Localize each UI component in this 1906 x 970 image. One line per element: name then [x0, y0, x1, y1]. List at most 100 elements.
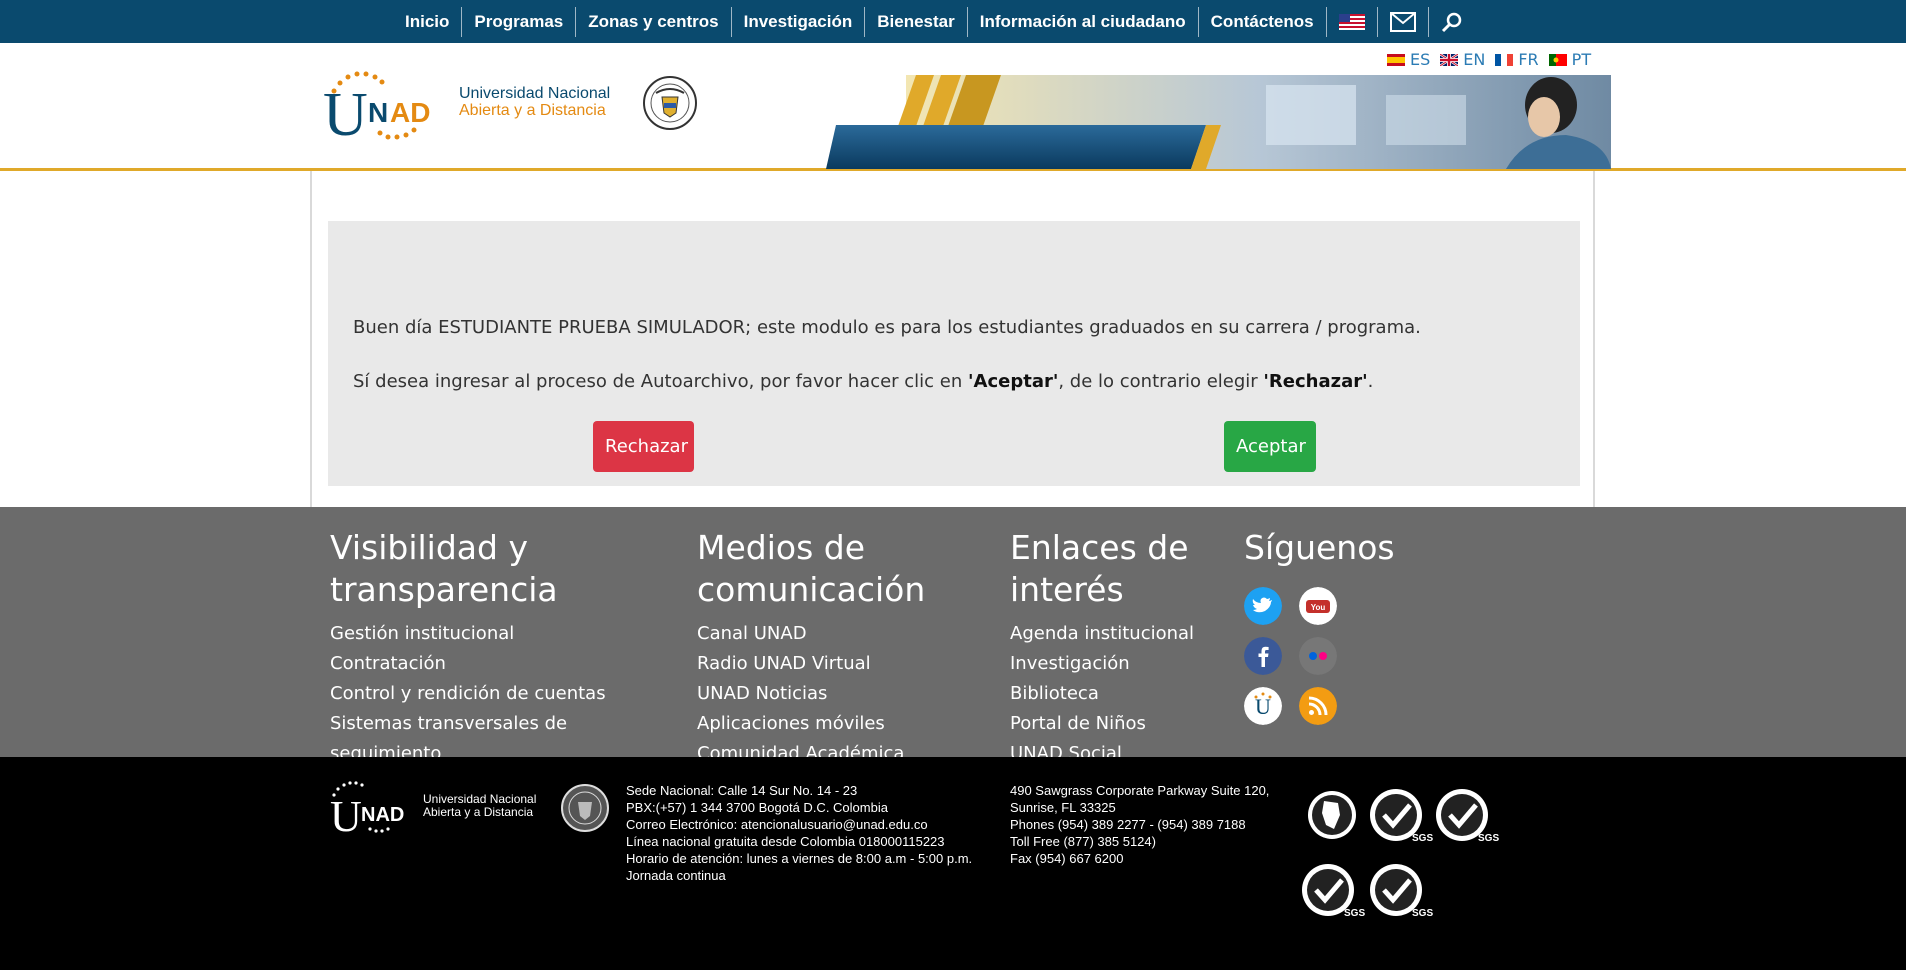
lang-es[interactable]: ES [1387, 50, 1430, 69]
footer-link-agenda[interactable]: Agenda institucional [1010, 619, 1194, 649]
reject-button[interactable]: Rechazar [593, 421, 694, 472]
youtube-icon[interactable]: You [1299, 587, 1337, 625]
addr-line: Correo Electrónico: atencionalusuario@un… [626, 817, 928, 832]
lang-en[interactable]: EN [1440, 50, 1485, 69]
facebook-icon[interactable] [1244, 637, 1282, 675]
nav-item-inicio[interactable]: Inicio [393, 6, 463, 37]
footer-col-siguenos: Síguenos [1244, 527, 1395, 577]
main-content: Buen día ESTUDIANTE PRUEBA SIMULADOR; es… [310, 171, 1595, 507]
svg-text:AD: AD [390, 97, 430, 128]
search-icon[interactable] [1429, 7, 1475, 37]
footer-link-social[interactable]: UNAD Social [1010, 739, 1194, 757]
nav-item-programas[interactable]: Programas [462, 6, 577, 37]
footer-link-investigacion[interactable]: Investigación [1010, 649, 1194, 679]
us-flag-icon[interactable] [1327, 6, 1378, 37]
banner-title: e-Biblioteca [136, 97, 251, 122]
svg-text:SGS: SGS [1478, 833, 1499, 844]
us-address: 490 Sawgrass Corporate Parkway Suite 120… [1010, 782, 1269, 867]
footer-col-medios: Medios de comunicación Canal UNAD Radio U… [697, 527, 925, 757]
accept-button[interactable]: Aceptar [1224, 421, 1316, 472]
certification-badges: SGS SGS SGS SGS [1302, 789, 1499, 919]
footer-col-medios-title: Medios de comunicación [697, 528, 926, 609]
addr2-line: Sunrise, FL 33325 [1010, 800, 1116, 815]
nav-item-investigacion[interactable]: Investigación [732, 6, 866, 37]
footer-link-seguimiento[interactable]: seguimiento [330, 739, 606, 757]
addr-line: PBX:(+57) 1 344 3700 Bogotá D.C. Colombi… [626, 800, 888, 815]
footer-logo-text: Universidad Nacional Abierta y a Distanc… [423, 793, 536, 819]
lang-pt[interactable]: PT [1548, 50, 1591, 69]
flickr-icon[interactable] [1299, 637, 1337, 675]
footer-link-contratacion[interactable]: Contratación [330, 649, 606, 679]
svg-text:U: U [1255, 694, 1271, 719]
sgs-cert-icon-1: SGS [1370, 789, 1433, 844]
nav-item-zonas[interactable]: Zonas y centros [576, 6, 732, 37]
footer-link-noticias[interactable]: UNAD Noticias [697, 679, 925, 709]
footer-link-sistemas[interactable]: Sistemas transversales de [330, 709, 606, 739]
portugal-flag-icon [1548, 53, 1567, 66]
footer-logo-line2: Abierta y a Distancia [423, 805, 534, 819]
sgs-cert-icon-3: SGS [1302, 864, 1365, 919]
nav-item-bienestar[interactable]: Bienestar [865, 6, 968, 37]
footer-link-radio[interactable]: Radio UNAD Virtual [697, 649, 925, 679]
footer-links: Visibilidad y transparencia Gestión insti… [0, 507, 1906, 757]
footer-link-gestion[interactable]: Gestión institucional [330, 619, 606, 649]
footer-col-visibilidad: Visibilidad y transparencia Gestión insti… [330, 527, 606, 757]
site-header: ES EN FR PT U N AD Universidad Nacional … [0, 43, 1906, 171]
spain-flag-icon [1387, 53, 1405, 66]
logo-line1: Universidad Nacional [459, 85, 611, 102]
svg-text:You: You [1311, 603, 1326, 612]
national-address: Sede Nacional: Calle 14 Sur No. 14 - 23 … [626, 782, 972, 884]
colombia-footer-seal-icon [561, 784, 609, 832]
france-flag-icon [1495, 53, 1514, 66]
e-biblioteca-banner [826, 75, 1611, 169]
instruction-accept-word: 'Aceptar' [968, 371, 1059, 392]
welcome-message: Buen día ESTUDIANTE PRUEBA SIMULADOR; es… [353, 317, 1421, 338]
addr2-line: Toll Free (877) 385 5124) [1010, 834, 1156, 849]
footer-col-siguenos-title: Síguenos [1244, 528, 1395, 567]
svg-text:SGS: SGS [1412, 908, 1433, 919]
svg-text:SGS: SGS [1344, 908, 1365, 919]
instruction-part1: Sí desea ingresar al proceso de Autoarch… [353, 371, 969, 392]
svg-text:U: U [323, 81, 368, 145]
autoarchivo-panel: Buen día ESTUDIANTE PRUEBA SIMULADOR; es… [328, 221, 1580, 486]
svg-text:U: U [330, 792, 362, 837]
instruction-message: Sí desea ingresar al proceso de Autoarch… [353, 371, 1373, 392]
addr2-line: 490 Sawgrass Corporate Parkway Suite 120… [1010, 783, 1270, 798]
footer-col-visibilidad-title: Visibilidad y transparencia [330, 528, 558, 609]
footer-link-control[interactable]: Control y rendición de cuentas [330, 679, 606, 709]
colombia-seal-icon [643, 76, 697, 130]
unad-icon[interactable]: U [1244, 687, 1282, 725]
lang-fr[interactable]: FR [1495, 50, 1539, 69]
nav-item-contactenos[interactable]: Contáctenos [1199, 6, 1327, 37]
sgs-cert-icon-2: SGS [1436, 789, 1499, 844]
footer-link-ninos[interactable]: Portal de Niños [1010, 709, 1194, 739]
svg-text:N: N [368, 97, 388, 128]
logo-text: Universidad Nacional Abierta y a Distanc… [459, 85, 610, 119]
svg-text:SGS: SGS [1412, 833, 1433, 844]
instruction-part2: , de lo contrario elegir [1058, 371, 1264, 392]
footer-col-enlaces-title: Enlaces de interés [1010, 528, 1189, 609]
footer-col-enlaces: Enlaces de interés Agenda institucional I… [1010, 527, 1194, 757]
addr2-line: Fax (954) 667 6200 [1010, 851, 1124, 866]
twitter-icon[interactable] [1244, 587, 1282, 625]
top-navigation: Inicio Programas Zonas y centros Investi… [0, 0, 1906, 43]
lang-en-label: EN [1463, 50, 1486, 69]
nav-item-informacion[interactable]: Información al ciudadano [968, 6, 1199, 37]
svg-text:NAD: NAD [361, 804, 404, 826]
addr-line: Línea nacional gratuita desde Colombia 0… [626, 834, 945, 849]
rss-icon[interactable] [1299, 687, 1337, 725]
instruction-reject-word: 'Rechazar' [1263, 371, 1368, 392]
mail-icon[interactable] [1378, 6, 1429, 37]
lang-fr-label: FR [1518, 50, 1539, 69]
top-nav-list: Inicio Programas Zonas y centros Investi… [393, 0, 1475, 43]
footer-link-biblioteca[interactable]: Biblioteca [1010, 679, 1194, 709]
footer-link-apps[interactable]: Aplicaciones móviles [697, 709, 925, 739]
language-selector: ES EN FR PT [1387, 50, 1591, 69]
sgs-cert-icon-4: SGS [1370, 864, 1433, 919]
footer-link-canal[interactable]: Canal UNAD [697, 619, 925, 649]
addr2-line: Phones (954) 389 2277 - (954) 389 7188 [1010, 817, 1246, 832]
footer-link-comunidad[interactable]: Comunidad Académica [697, 739, 925, 757]
addr-line: Horario de atención: lunes a viernes de … [626, 851, 973, 866]
logo-line2: Abierta y a Distancia [459, 102, 606, 119]
addr-line: Sede Nacional: Calle 14 Sur No. 14 - 23 [626, 783, 858, 798]
